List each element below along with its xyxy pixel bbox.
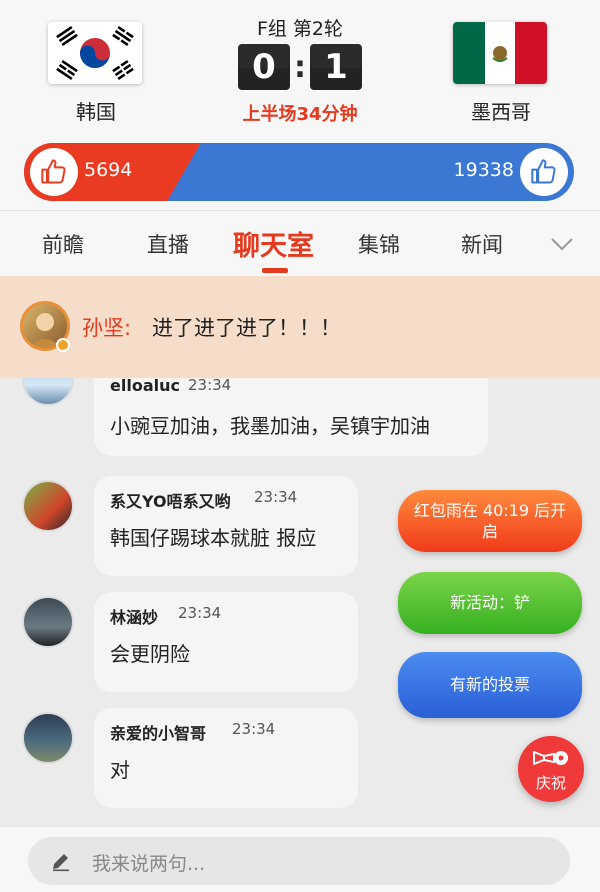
message-time: 23:34 [188,378,232,394]
message-time: 23:34 [254,488,298,506]
message-text: 会更阴险 [110,642,190,666]
tab-highlights[interactable]: 集锦 [358,229,400,259]
message-time: 23:34 [178,604,222,622]
pinned-message[interactable]: 孙坚: 进了进了进了！！！ [0,276,600,378]
score-separator: : [294,49,306,85]
thumbs-up-icon [41,159,66,184]
away-like-count: 19338 [453,159,514,181]
message-bubble[interactable]: elloaluc 23:34 小豌豆加油，我墨加油，吴镇宇加油 [94,378,488,456]
trumpet-ball-icon [533,751,568,765]
comment-input-bar: 我来说两句... [0,826,600,892]
scoreboard: 0 : 1 [238,44,362,90]
message-text: 韩国仔踢球本就脏 报应 [110,526,317,550]
active-tab-indicator [262,268,288,273]
verified-badge-icon [56,338,70,352]
message-bubble[interactable]: 亲爱的小智哥 23:34 对 [94,708,358,808]
message-text: 小豌豆加油，我墨加油，吴镇宇加油 [110,414,430,438]
celebrate-label: 庆祝 [535,774,566,792]
away-like-button[interactable] [520,148,568,196]
support-bar: 5694 19338 [24,143,574,201]
mexico-flag-icon [453,22,547,84]
tab-live[interactable]: 直播 [147,229,189,259]
message-bubble[interactable]: 系又YO唔系又哟 23:34 韩国仔踢球本就脏 报应 [94,476,358,576]
avatar[interactable] [22,480,74,532]
celebrate-button[interactable]: 庆祝 [518,736,584,802]
message-bubble[interactable]: 林涵妙 23:34 会更阴险 [94,592,358,692]
away-team[interactable]: 墨西哥 [453,22,549,125]
new-vote-button[interactable]: 有新的投票 [398,652,582,718]
list-item: 亲爱的小智哥 23:34 对 [0,708,600,808]
home-score: 0 [238,44,290,90]
message-user: 林涵妙 [110,608,159,627]
avatar[interactable] [22,712,74,764]
tab-chatroom[interactable]: 聊天室 [233,224,314,263]
thumbs-up-icon [531,159,556,184]
message-user: elloaluc [110,378,180,395]
tab-bar: 前瞻 直播 聊天室 集锦 新闻 [0,210,600,276]
red-envelope-countdown: 红包雨在 40:19 后开 [413,501,567,520]
list-item: elloaluc 23:34 小豌豆加油，我墨加油，吴镇宇加油 [0,378,600,458]
avatar[interactable] [22,378,74,406]
new-activity-button[interactable]: 新活动：铲 [398,572,582,634]
pinned-user-name: 孙坚: [82,316,132,340]
red-envelope-countdown-cont: 启 [481,522,498,541]
message-user: 亲爱的小智哥 [110,724,207,743]
home-like-button[interactable] [30,148,78,196]
message-user: 系又YO唔系又哟 [110,492,231,511]
match-header: 韩国 F组 第2轮 0 : 1 上半场34分钟 墨西哥 5694 19338 [0,0,600,210]
pencil-icon [53,854,69,872]
tab-news[interactable]: 新闻 [461,229,503,259]
home-like-count: 5694 [84,159,133,181]
chevron-down-icon[interactable] [548,233,576,255]
red-envelope-rain-button[interactable]: 红包雨在 40:19 后开 启 [398,490,582,552]
away-team-name: 墨西哥 [471,100,531,124]
pinned-text: 进了进了进了！！！ [152,316,341,340]
comment-input[interactable]: 我来说两句... [28,837,570,885]
avatar[interactable] [22,596,74,648]
away-score: 1 [310,44,362,90]
message-time: 23:34 [232,720,276,738]
message-text: 对 [110,758,130,782]
tab-preview[interactable]: 前瞻 [42,229,84,259]
comment-placeholder: 我来说两句... [92,853,206,875]
